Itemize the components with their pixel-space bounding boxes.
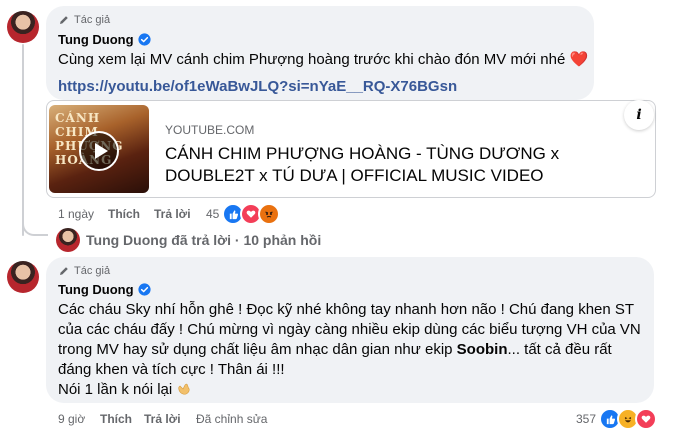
verified-badge-icon xyxy=(137,33,151,46)
comment-text-line: Các cháu Sky nhí hỗn ghê ! Đọc kỹ nhé kh… xyxy=(58,301,635,318)
avatar[interactable] xyxy=(7,11,39,43)
mention-link[interactable]: Soobin xyxy=(457,341,508,358)
comment-text-segment: ... tất cả đều rất xyxy=(507,341,612,358)
thread-connector xyxy=(22,210,48,236)
comment-text-segment: trong MV hay sử dụng chất liệu âm nhạc d… xyxy=(58,341,453,358)
comment-text: Cùng xem lại MV cánh chim Phượng hoàng t… xyxy=(58,51,589,68)
author-name[interactable]: Tung Duong xyxy=(58,32,134,47)
author-name-row[interactable]: Tung Duong xyxy=(58,32,151,47)
reactions-summary[interactable]: 45 xyxy=(206,203,281,225)
author-name-row[interactable]: Tung Duong xyxy=(58,282,151,297)
reply-avatar xyxy=(56,228,80,252)
reaction-count: 45 xyxy=(206,207,220,221)
author-tag-label: Tác giả xyxy=(74,14,111,26)
comment-text-segment: Nói 1 lần k nói lại xyxy=(58,381,173,398)
author-badge: Tác giả xyxy=(58,14,110,26)
info-icon[interactable]: i xyxy=(624,100,654,130)
preview-domain: YOUTUBE.COM xyxy=(165,123,255,137)
link-preview-card[interactable]: CÁNH CHIM PHƯỢNG HOÀNG YOUTUBE.COM CÁNH … xyxy=(46,100,656,198)
comment-text-line: trong MV hay sử dụng chất liệu âm nhạc d… xyxy=(58,340,612,360)
avatar[interactable] xyxy=(7,261,39,293)
play-icon[interactable] xyxy=(79,131,119,171)
like-button[interactable]: Thích xyxy=(108,207,140,221)
author-name[interactable]: Tung Duong xyxy=(58,282,134,297)
love-icon xyxy=(635,408,658,430)
comment-timestamp[interactable]: 1 ngày xyxy=(58,207,94,221)
verified-badge-icon xyxy=(137,283,151,296)
reply-button[interactable]: Trả lời xyxy=(154,207,191,221)
reply-button[interactable]: Trả lời xyxy=(144,412,181,426)
reaction-count: 357 xyxy=(576,412,597,426)
replies-summary[interactable]: Tung Duong đã trả lời · 10 phản hồi xyxy=(56,228,321,252)
author-tag-label: Tác giả xyxy=(74,265,111,277)
preview-title[interactable]: CÁNH CHIM PHƯỢNG HOÀNG - TÙNG DƯƠNG x DO… xyxy=(165,143,635,187)
pen-icon xyxy=(60,267,68,275)
comment-text-line: của các cháu đấy ! Chú mừng vì ngày càng… xyxy=(58,321,641,338)
thread-line xyxy=(22,44,24,236)
video-thumbnail[interactable]: CÁNH CHIM PHƯỢNG HOÀNG xyxy=(49,105,149,193)
pen-icon xyxy=(60,16,68,24)
author-badge: Tác giả xyxy=(58,265,110,277)
comment-text-line: đáng khen và tích cực ! Thân ái !!! xyxy=(58,361,285,378)
edited-label: Đã chỉnh sửa xyxy=(196,412,268,426)
angry-icon xyxy=(258,203,281,225)
reactions-summary[interactable]: 357 xyxy=(576,408,658,430)
like-button[interactable]: Thích xyxy=(100,412,132,426)
comment-text-line: Nói 1 lần k nói lại xyxy=(58,380,192,400)
comment-timestamp[interactable]: 9 giờ xyxy=(58,412,85,426)
replies-summary-text[interactable]: Tung Duong đã trả lời · 10 phản hồi xyxy=(86,232,321,248)
youtube-link[interactable]: https://youtu.be/of1eWaBwJLQ?si=nYaE__RQ… xyxy=(58,78,457,95)
call-me-hand-icon xyxy=(178,383,190,395)
